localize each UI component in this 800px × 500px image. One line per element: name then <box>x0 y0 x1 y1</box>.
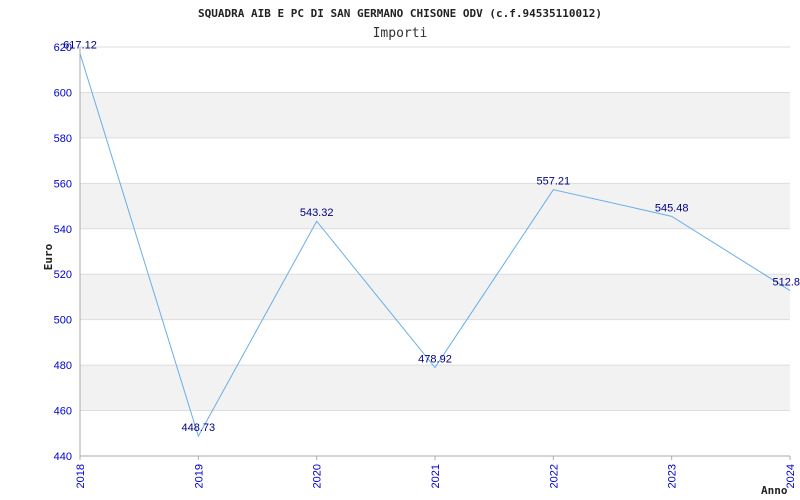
grid-band <box>80 274 790 320</box>
chart-title: SQUADRA AIB E PC DI SAN GERMANO CHISONE … <box>198 7 602 20</box>
y-tick-label: 520 <box>54 269 72 281</box>
x-tick-label: 2019 <box>193 464 205 488</box>
data-label: 448.73 <box>182 422 216 434</box>
y-tick-label: 580 <box>54 133 72 145</box>
y-tick-label: 500 <box>54 315 72 327</box>
x-axis-title: Anno <box>761 484 788 497</box>
y-axis-title: Euro <box>42 243 55 270</box>
y-tick-label: 460 <box>54 406 72 418</box>
x-tick-label: 2022 <box>548 464 560 488</box>
y-tick-label: 480 <box>54 360 72 372</box>
y-tick-label: 540 <box>54 224 72 236</box>
x-tick-label: 2018 <box>75 464 87 488</box>
x-tick-label: 2023 <box>667 464 679 488</box>
data-label: 545.48 <box>655 202 689 214</box>
chart-subtitle: Importi <box>373 26 428 41</box>
data-label: 557.21 <box>537 176 571 188</box>
y-tick-label: 440 <box>54 451 72 463</box>
data-label: 617.12 <box>63 40 97 52</box>
data-label: 543.32 <box>300 207 334 219</box>
y-tick-label: 560 <box>54 178 72 190</box>
x-tick-label: 2021 <box>430 464 442 488</box>
y-tick-label: 600 <box>54 87 72 99</box>
x-tick-label: 2020 <box>312 464 324 488</box>
grid-band <box>80 92 790 138</box>
data-label: 478.92 <box>418 354 452 366</box>
line-chart: 440460480500520540560580600620 2018 2019 2… <box>42 7 800 497</box>
grid-band <box>80 365 790 411</box>
data-label: 512.8 <box>772 277 800 289</box>
